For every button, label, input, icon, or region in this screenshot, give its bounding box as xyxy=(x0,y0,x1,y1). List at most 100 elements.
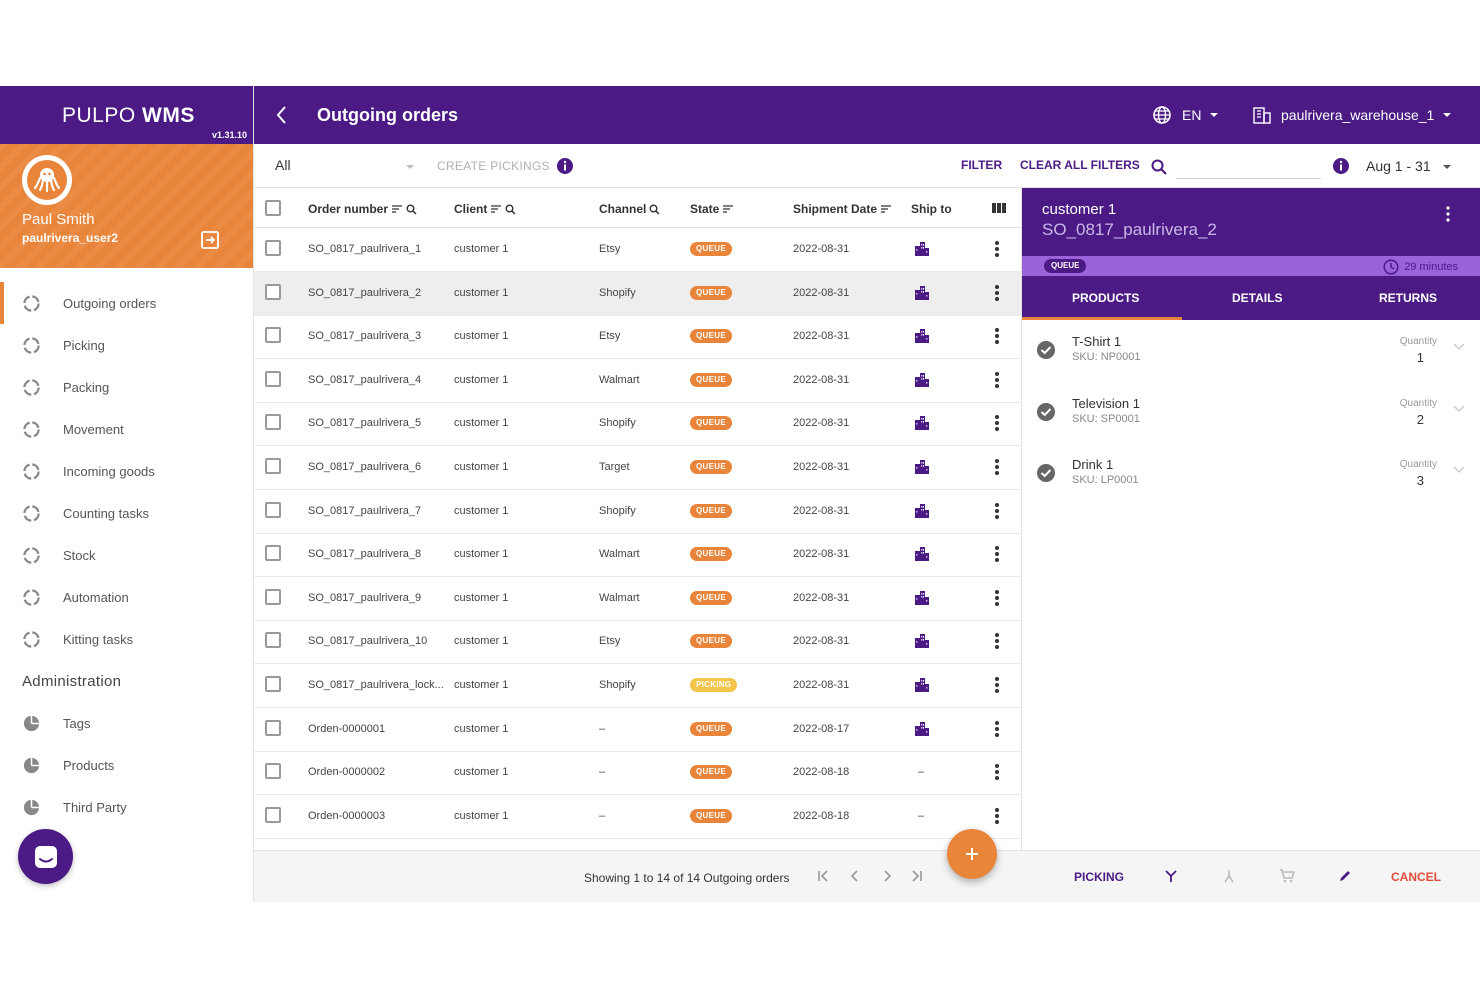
search-icon[interactable] xyxy=(1150,158,1168,176)
sidebar-item-incoming-goods[interactable]: Incoming goods xyxy=(0,450,253,492)
row-checkbox[interactable] xyxy=(265,283,281,300)
merge-icon[interactable] xyxy=(1164,869,1178,883)
more-vert-icon[interactable] xyxy=(995,241,999,259)
chat-button[interactable] xyxy=(18,829,73,884)
sort-icon[interactable] xyxy=(722,204,734,214)
sidebar-item-outgoing-orders[interactable]: Outgoing orders xyxy=(0,282,253,324)
order-number-cell[interactable]: SO_0817_paulrivera_2 xyxy=(308,287,421,299)
more-vert-icon[interactable] xyxy=(995,807,999,826)
sidebar-item-packing[interactable]: Packing xyxy=(0,366,253,408)
row-checkbox[interactable] xyxy=(265,632,281,649)
order-number-cell[interactable]: Orden-0000003 xyxy=(308,810,385,822)
row-checkbox[interactable] xyxy=(265,676,281,692)
building-icon[interactable] xyxy=(914,328,930,347)
chevron-down-icon[interactable] xyxy=(1453,343,1465,351)
column-channel[interactable]: Channel xyxy=(599,202,660,216)
order-number-cell[interactable]: SO_0817_paulrivera_lock... xyxy=(308,679,444,691)
order-number-cell[interactable]: Orden-0000001 xyxy=(308,723,385,735)
sidebar-item-picking[interactable]: Picking xyxy=(0,324,253,366)
more-vert-icon[interactable] xyxy=(995,502,999,521)
building-icon[interactable] xyxy=(914,721,930,740)
more-vert-icon[interactable] xyxy=(995,677,999,695)
last-page-icon[interactable] xyxy=(910,869,924,883)
sidebar-item-automation[interactable]: Automation xyxy=(0,576,253,618)
columns-icon[interactable] xyxy=(992,202,1006,214)
order-number-cell[interactable]: SO_0817_paulrivera_8 xyxy=(308,548,421,560)
sidebar-item-tags[interactable]: Tags xyxy=(0,702,253,744)
app-logo[interactable]: PULPO WMS xyxy=(62,104,195,128)
order-number-cell[interactable]: SO_0817_paulrivera_5 xyxy=(308,417,421,429)
table-row[interactable]: SO_0817_paulrivera_6 customer 1 Target QUEU… xyxy=(254,446,1021,490)
info-icon[interactable] xyxy=(556,157,574,175)
table-row[interactable]: SO_0817_paulrivera_9 customer 1 Walmart QUE… xyxy=(254,577,1021,621)
first-page-icon[interactable] xyxy=(816,869,830,883)
search-icon[interactable] xyxy=(406,204,417,215)
more-vert-icon[interactable] xyxy=(1446,206,1450,227)
sidebar-item-products[interactable]: Products xyxy=(0,744,253,786)
prev-page-icon[interactable] xyxy=(848,869,862,883)
picking-button[interactable]: PICKING xyxy=(1074,870,1124,884)
table-row[interactable]: SO_0817_paulrivera_2 customer 1 Shopify QUE… xyxy=(254,271,1021,316)
next-page-icon[interactable] xyxy=(880,869,894,883)
chevron-down-icon[interactable] xyxy=(1453,404,1465,413)
order-number-cell[interactable]: SO_0817_paulrivera_7 xyxy=(308,505,421,517)
table-row[interactable]: SO_0817_paulrivera_10 customer 1 Etsy QUEUE… xyxy=(254,620,1021,665)
sidebar-item-third-party[interactable]: Third Party xyxy=(0,786,253,828)
table-row[interactable]: SO_0817_paulrivera_5 customer 1 Shopify QUE… xyxy=(254,402,1021,447)
table-row[interactable]: SO_0817_paulrivera_lock... customer 1 Shop… xyxy=(254,664,1021,708)
order-number-cell[interactable]: SO_0817_paulrivera_3 xyxy=(308,330,421,342)
date-range-selector[interactable]: Aug 1 - 31 xyxy=(1366,158,1453,174)
row-checkbox[interactable] xyxy=(265,501,281,518)
building-icon[interactable] xyxy=(914,503,930,522)
cancel-button[interactable]: CANCEL xyxy=(1391,870,1441,884)
building-icon[interactable] xyxy=(914,677,930,696)
row-checkbox[interactable] xyxy=(265,240,281,256)
chevron-down-icon[interactable] xyxy=(1453,466,1465,474)
row-checkbox[interactable] xyxy=(265,370,281,387)
sort-icon[interactable] xyxy=(490,204,502,214)
more-vert-icon[interactable] xyxy=(995,546,999,564)
search-icon[interactable] xyxy=(649,204,660,215)
status-select[interactable]: All xyxy=(275,157,291,173)
table-row[interactable]: SO_0817_paulrivera_1 customer 1 Etsy QUEUE 2… xyxy=(254,228,1021,272)
search-icon[interactable] xyxy=(505,204,516,215)
building-icon[interactable] xyxy=(914,372,930,391)
filter-button[interactable]: FILTER xyxy=(961,158,1002,172)
column-ship-to[interactable]: Ship to xyxy=(911,202,952,216)
info-icon[interactable] xyxy=(1332,157,1350,175)
row-checkbox[interactable] xyxy=(265,545,281,562)
table-row[interactable]: SO_0817_paulrivera_3 customer 1 Etsy QUEUE 2… xyxy=(254,315,1021,360)
sidebar-item-kitting-tasks[interactable]: Kitting tasks xyxy=(0,618,253,660)
order-number-cell[interactable]: SO_0817_paulrivera_1 xyxy=(308,243,421,255)
order-number-cell[interactable]: SO_0817_paulrivera_9 xyxy=(308,592,421,604)
more-vert-icon[interactable] xyxy=(995,589,999,608)
row-checkbox[interactable] xyxy=(265,806,281,823)
clear-filters-button[interactable]: CLEAR ALL FILTERS xyxy=(1020,158,1140,172)
column-order-number[interactable]: Order number xyxy=(308,202,417,216)
logout-icon[interactable] xyxy=(200,230,220,250)
select-all-checkbox[interactable] xyxy=(265,200,281,216)
building-icon[interactable] xyxy=(914,633,930,652)
building-icon[interactable] xyxy=(914,285,930,304)
pencil-icon[interactable] xyxy=(1338,869,1352,883)
more-vert-icon[interactable] xyxy=(995,633,999,651)
more-vert-icon[interactable] xyxy=(995,415,999,433)
row-checkbox[interactable] xyxy=(265,414,281,431)
more-vert-icon[interactable] xyxy=(995,284,999,303)
sidebar-item-movement[interactable]: Movement xyxy=(0,408,253,450)
add-order-button[interactable] xyxy=(947,829,997,879)
more-vert-icon[interactable] xyxy=(995,459,999,477)
more-vert-icon[interactable] xyxy=(995,764,999,782)
building-icon[interactable] xyxy=(914,459,930,478)
tab-returns[interactable]: RETURNS xyxy=(1379,291,1437,305)
table-row[interactable]: SO_0817_paulrivera_4 customer 1 Walmart QUE… xyxy=(254,359,1021,403)
sort-icon[interactable] xyxy=(391,204,403,214)
sort-icon[interactable] xyxy=(880,204,892,214)
table-row[interactable]: SO_0817_paulrivera_8 customer 1 Walmart QUE… xyxy=(254,533,1021,578)
search-input[interactable] xyxy=(1176,178,1321,179)
order-number-cell[interactable]: SO_0817_paulrivera_4 xyxy=(308,374,421,386)
more-vert-icon[interactable] xyxy=(995,371,999,390)
more-vert-icon[interactable] xyxy=(995,328,999,346)
cart-icon[interactable] xyxy=(1279,869,1295,883)
row-checkbox[interactable] xyxy=(265,719,281,736)
